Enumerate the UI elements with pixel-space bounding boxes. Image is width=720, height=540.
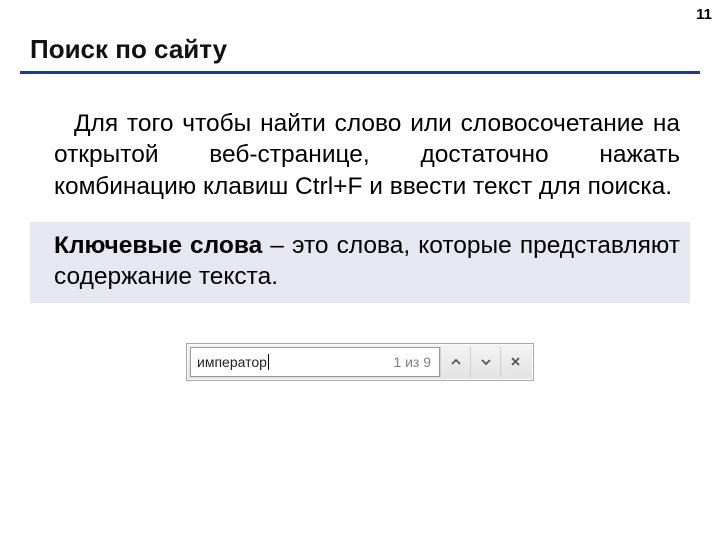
find-input-value: император <box>197 354 267 370</box>
slide: 11 Поиск по сайту Для того чтобы найти с… <box>0 0 720 540</box>
find-next-button[interactable] <box>470 347 500 377</box>
close-icon <box>510 356 521 367</box>
find-bar-container: император 1 из 9 <box>30 343 690 381</box>
find-close-button[interactable] <box>500 347 530 377</box>
page-number: 11 <box>696 6 712 23</box>
find-count: 1 из 9 <box>393 354 431 370</box>
find-input[interactable]: император 1 из 9 <box>190 347 440 377</box>
definition-block: Ключевые слова – это слова, которые пред… <box>30 222 690 303</box>
definition-dash: – <box>262 232 292 259</box>
definition-term: Ключевые слова <box>54 232 262 259</box>
page-title: Поиск по сайту <box>30 34 690 65</box>
text-caret <box>268 354 269 370</box>
chevron-up-icon <box>450 356 462 368</box>
find-bar: император 1 из 9 <box>186 343 534 381</box>
title-underline <box>20 71 700 74</box>
find-prev-button[interactable] <box>440 347 470 377</box>
chevron-down-icon <box>480 356 492 368</box>
find-input-text-wrap: император <box>197 354 269 370</box>
intro-paragraph: Для того чтобы найти слово или словосоче… <box>30 108 690 202</box>
